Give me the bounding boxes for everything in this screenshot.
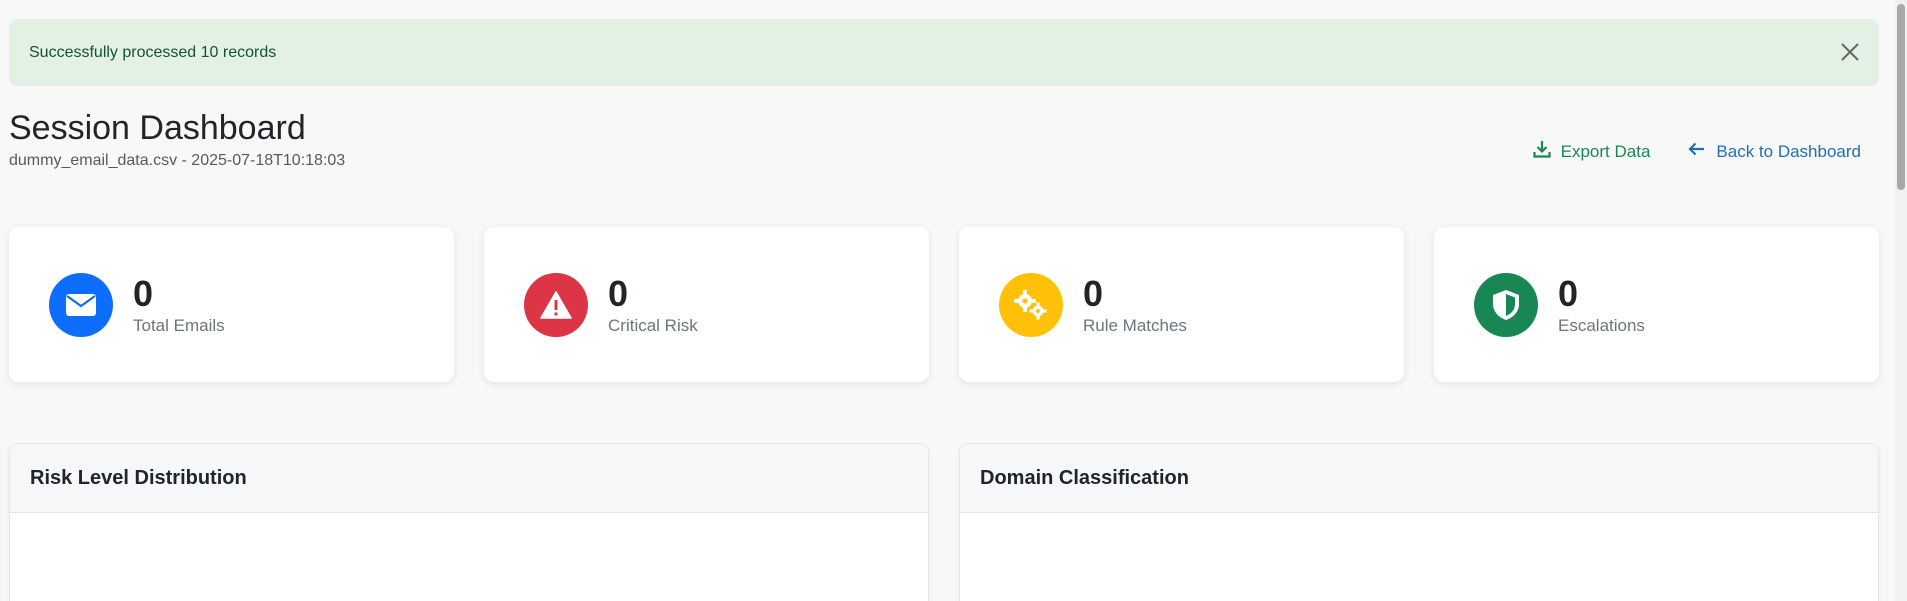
session-dashboard-page: Successfully processed 10 records Sessio… <box>0 0 1907 601</box>
stat-card-rule-matches: 0 Rule Matches <box>959 227 1404 382</box>
stat-value: 0 <box>1083 272 1104 314</box>
stat-label: Critical Risk <box>608 315 698 335</box>
stat-value: 0 <box>1558 272 1579 314</box>
risk-level-distribution-panel: Risk Level Distribution <box>9 443 929 601</box>
stat-card-total-emails: 0 Total Emails <box>9 227 454 382</box>
panel-title: Domain Classification <box>960 444 1878 513</box>
gears-icon <box>999 272 1063 337</box>
alert-message: Successfully processed 10 records <box>29 43 277 61</box>
session-file-info: dummy_email_data.csv - 2025-07-18T10:18:… <box>9 152 346 169</box>
arrow-left-icon <box>1688 140 1706 163</box>
domain-classification-panel: Domain Classification <box>959 443 1879 601</box>
export-data-label: Export Data <box>1560 141 1651 161</box>
stat-label: Rule Matches <box>1083 315 1187 335</box>
stat-value: 0 <box>608 272 629 314</box>
back-to-dashboard-label: Back to Dashboard <box>1716 141 1861 161</box>
page-scrollbar[interactable] <box>1895 0 1907 601</box>
scrollbar-thumb[interactable] <box>1897 4 1905 190</box>
panel-title: Risk Level Distribution <box>10 444 928 513</box>
shield-icon <box>1474 272 1538 337</box>
stat-card-critical-risk: 0 Critical Risk <box>484 227 929 382</box>
back-to-dashboard-button[interactable]: Back to Dashboard <box>1688 140 1861 163</box>
envelope-icon <box>49 272 113 337</box>
warning-triangle-icon <box>524 272 588 337</box>
close-icon[interactable] <box>1839 41 1861 63</box>
success-alert: Successfully processed 10 records <box>9 19 1879 86</box>
export-data-button[interactable]: Export Data <box>1533 140 1651 163</box>
stat-label: Total Emails <box>133 315 225 335</box>
stat-card-escalations: 0 Escalations <box>1434 227 1879 382</box>
header-actions: Export Data Back to Dashboard <box>1533 140 1861 163</box>
stat-value: 0 <box>133 272 154 314</box>
download-icon <box>1533 140 1551 163</box>
stats-row: 0 Total Emails 0 Critical Risk 0 Rule Ma… <box>9 227 1879 382</box>
page-title: Session Dashboard <box>9 109 306 147</box>
chart-panels: Risk Level Distribution Domain Classific… <box>9 443 1879 601</box>
stat-label: Escalations <box>1558 315 1645 335</box>
